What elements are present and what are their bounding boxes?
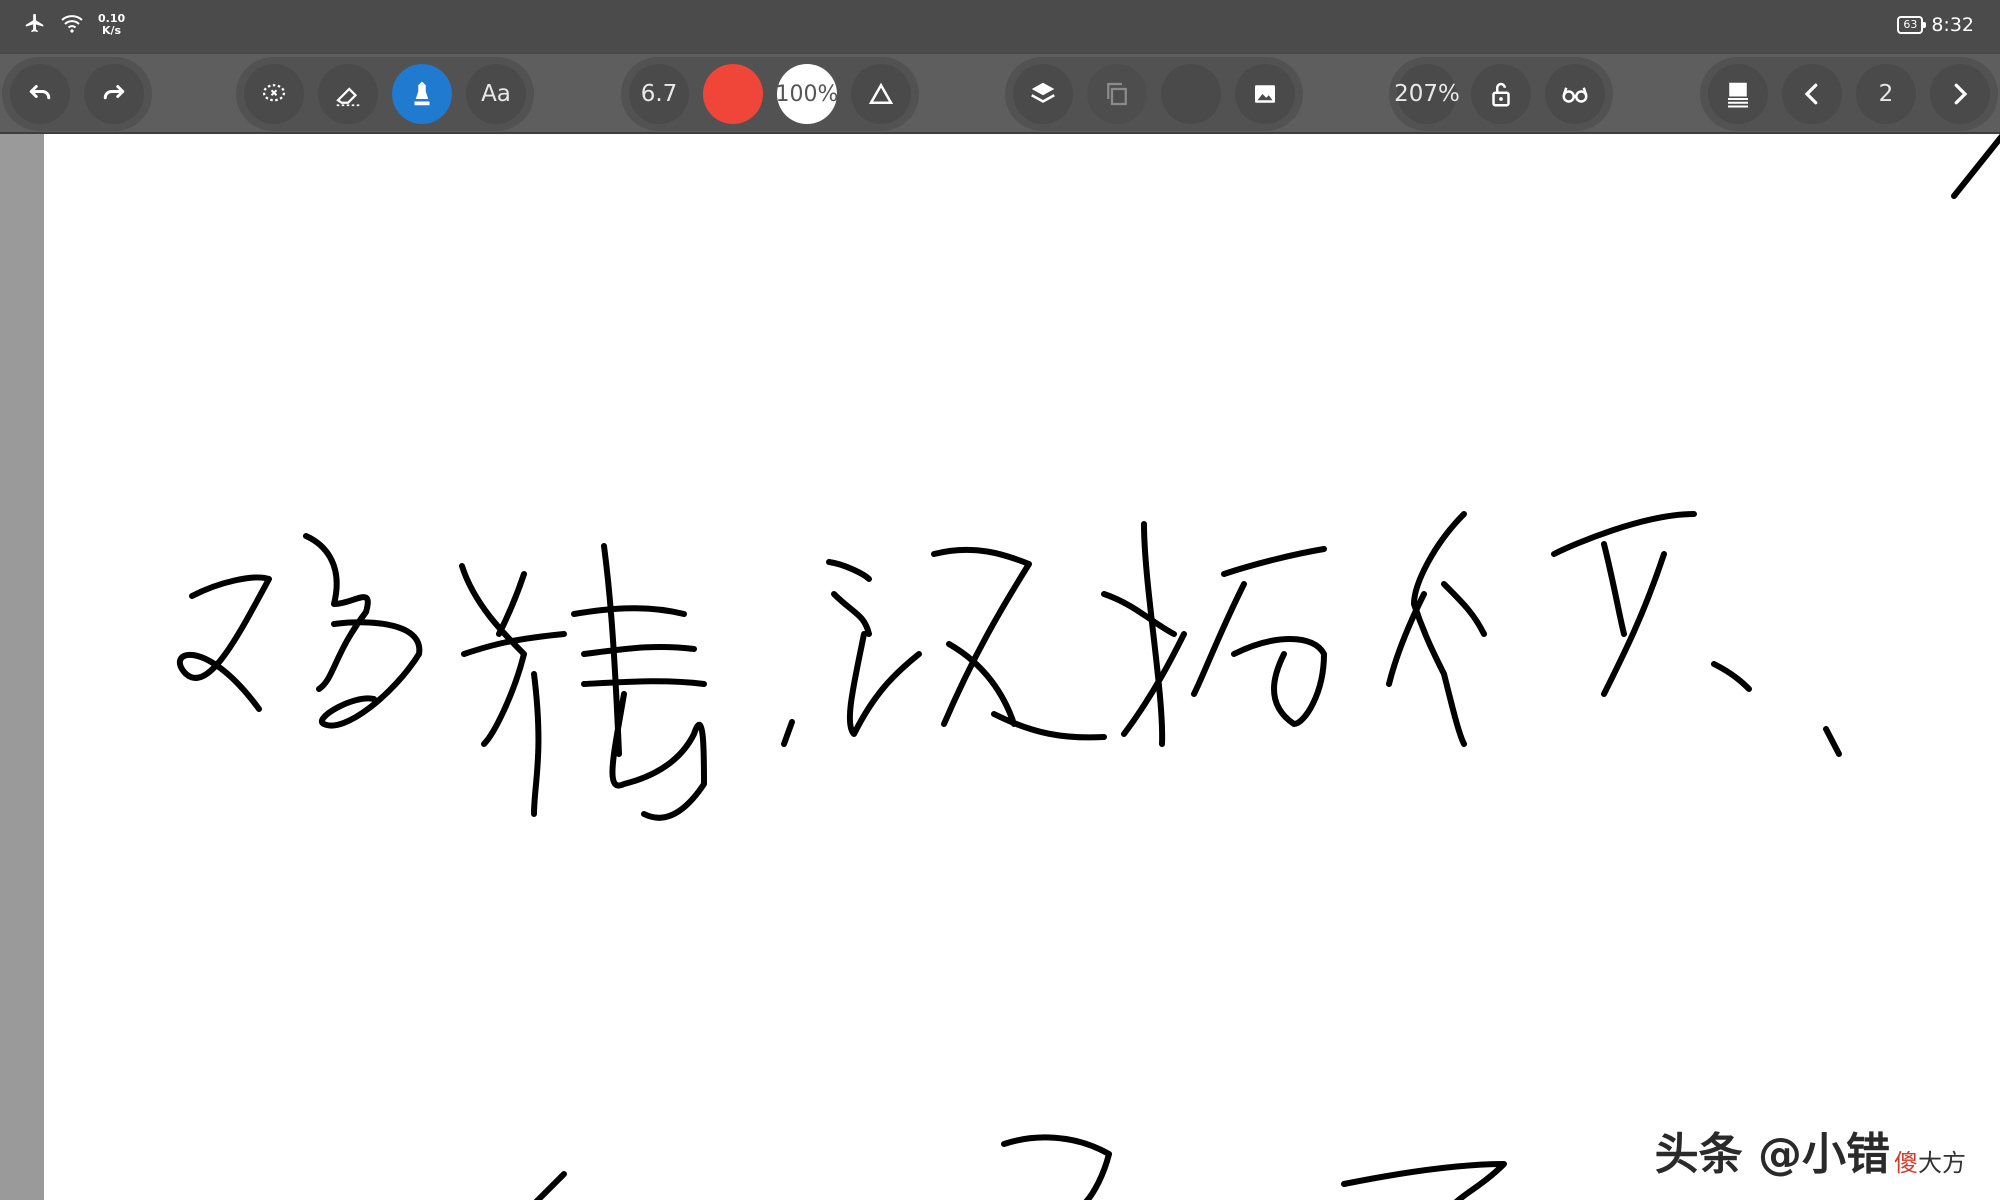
ink-stroke xyxy=(1551,511,1752,697)
page-number[interactable]: 2 xyxy=(1856,64,1916,124)
insert-image-button[interactable] xyxy=(1235,64,1295,124)
reading-mode-button[interactable] xyxy=(1545,64,1605,124)
clock: 8:32 xyxy=(1931,14,1974,36)
ink-stroke xyxy=(1386,511,1487,747)
previous-page-button[interactable] xyxy=(1782,64,1842,124)
eraser-icon xyxy=(336,87,360,107)
text-tool-button[interactable]: Aa xyxy=(466,64,526,124)
undo-button[interactable] xyxy=(10,64,70,124)
ink-stroke xyxy=(931,546,1107,741)
ink-stroke xyxy=(533,1171,567,1200)
handwriting-strokes xyxy=(177,134,2000,1200)
ink-stroke xyxy=(571,543,707,821)
drawing-canvas[interactable]: 头条 @小错 傻大方 xyxy=(44,134,2000,1200)
ink-stroke xyxy=(1191,546,1327,727)
battery-indicator: 63 xyxy=(1897,16,1927,34)
ink-stroke xyxy=(1951,134,2000,199)
page-list-button[interactable] xyxy=(1708,64,1768,124)
unlock-icon xyxy=(1492,82,1510,107)
ink-stroke xyxy=(177,574,272,712)
network-speed: 0.10 K/s xyxy=(98,13,125,37)
pen-icon xyxy=(414,81,430,106)
ink-stroke xyxy=(1101,521,1187,747)
page-nav-group: 2 xyxy=(1700,57,1998,131)
empty-tool-slot[interactable] xyxy=(1161,64,1221,124)
triangle-icon xyxy=(868,82,894,104)
watermark-highlight: 傻 xyxy=(1894,1149,1918,1177)
history-group xyxy=(2,57,152,131)
shape-button[interactable] xyxy=(851,64,911,124)
ink-stroke xyxy=(1001,1134,1112,1200)
chevron-left-icon xyxy=(1804,83,1818,105)
redo-button[interactable] xyxy=(84,64,144,124)
lock-button[interactable] xyxy=(1471,64,1531,124)
view-group: 207% xyxy=(1389,57,1613,131)
watermark: 头条 @小错 傻大方 xyxy=(1655,1118,1966,1182)
chevron-right-icon xyxy=(1954,83,1968,105)
page-list-icon xyxy=(1728,82,1748,108)
color-picker-button[interactable] xyxy=(703,64,763,124)
lasso-button[interactable] xyxy=(244,64,304,124)
layers-button[interactable] xyxy=(1013,64,1073,124)
copy-button[interactable] xyxy=(1087,64,1147,124)
network-speed-unit: K/s xyxy=(102,24,122,37)
eraser-button[interactable] xyxy=(318,64,378,124)
ink-stroke xyxy=(781,719,795,747)
next-page-button[interactable] xyxy=(1930,64,1990,124)
ink-stroke xyxy=(1823,726,1842,757)
pen-settings-group: 6.7 100% xyxy=(621,57,919,131)
watermark-sub-rest: 大方 xyxy=(1918,1149,1966,1177)
ink-stroke xyxy=(1341,1161,1507,1200)
status-left: 0.10 K/s xyxy=(24,12,125,38)
layers-icon xyxy=(1031,82,1055,103)
ink-stroke xyxy=(826,559,922,737)
redo-icon xyxy=(103,85,125,100)
glasses-icon xyxy=(1562,87,1588,103)
stroke-size-button[interactable]: 6.7 xyxy=(629,64,689,124)
drawing-toolbar: Aa 6.7 100% 207% 2 xyxy=(0,54,2000,134)
status-bar: 0.10 K/s 63 8:32 xyxy=(0,0,2000,54)
opacity-button[interactable]: 100% xyxy=(776,64,838,124)
watermark-main: 头条 @小错 xyxy=(1654,1129,1890,1180)
ink-stroke xyxy=(459,563,567,817)
image-icon xyxy=(1255,85,1275,103)
layers-group xyxy=(1005,57,1303,131)
status-right: 63 8:32 xyxy=(1897,14,1974,36)
pen-button[interactable] xyxy=(392,64,452,124)
watermark-sub: 傻大方 xyxy=(1894,1143,1966,1178)
tools-group: Aa xyxy=(236,57,534,131)
copy-icon xyxy=(1107,82,1127,106)
airplane-mode-icon xyxy=(24,12,46,38)
zoom-level[interactable]: 207% xyxy=(1394,64,1460,124)
canvas-margin xyxy=(0,134,44,1200)
wifi-icon xyxy=(60,13,84,37)
ink-stroke xyxy=(303,533,423,729)
undo-icon xyxy=(29,85,51,100)
lasso-icon xyxy=(262,84,286,102)
